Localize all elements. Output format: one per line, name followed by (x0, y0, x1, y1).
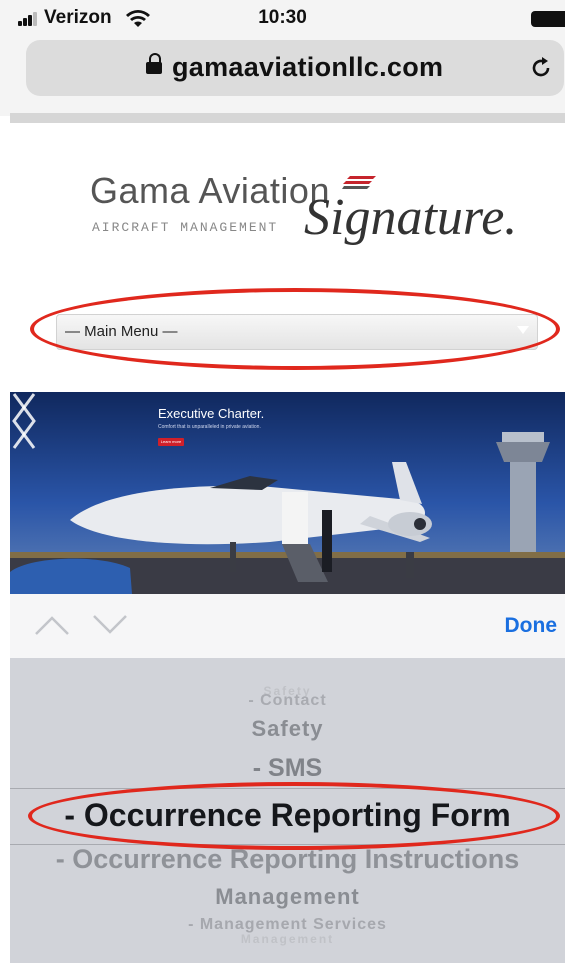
hero-subline: Comfort that is unparalleled in private … (158, 424, 261, 430)
picker-option: Management (240, 932, 335, 946)
battery-icon (531, 11, 565, 27)
logo-tagline: AIRCRAFT MANAGEMENT (92, 220, 279, 235)
done-button[interactable]: Done (505, 614, 558, 638)
picker-option[interactable]: - Contact (10, 692, 565, 710)
clock: 10:30 (258, 7, 307, 28)
next-field-icon[interactable] (92, 614, 128, 636)
picker-toolbar: Done (10, 594, 565, 659)
browser-chrome: gamaaviationllc.com (0, 36, 565, 116)
logo-wordmark: Gama Aviation (90, 170, 330, 211)
hero-cta-button[interactable]: Learn more (158, 438, 184, 446)
previous-field-icon[interactable] (34, 614, 70, 636)
annotation-circle-form-option (28, 782, 560, 850)
site-logo[interactable]: Gama Aviation AIRCRAFT MANAGEMENT Signat… (90, 170, 520, 270)
hero-banner[interactable]: Executive Charter. Comfort that is unpar… (10, 392, 565, 594)
logo-signature: Signature. (304, 189, 518, 246)
address-bar[interactable]: gamaaviationllc.com (26, 40, 564, 96)
reload-icon[interactable] (528, 55, 554, 81)
annotation-circle-menu (30, 288, 560, 370)
url-domain: gamaaviationllc.com (172, 52, 444, 82)
picker-option[interactable]: Management (10, 884, 565, 910)
picker-option[interactable]: - SMS (10, 754, 565, 783)
hero-image (10, 392, 565, 594)
status-bar: Verizon 10:30 (0, 0, 565, 36)
lock-icon (146, 53, 162, 75)
hero-headline: Executive Charter. (158, 406, 265, 421)
carousel-next-icon[interactable] (10, 392, 38, 450)
picker-option[interactable]: Safety (10, 716, 565, 742)
page-top-divider (10, 113, 565, 123)
